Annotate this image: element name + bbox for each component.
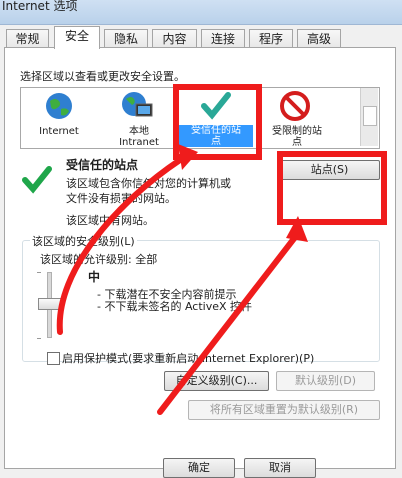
security-level-slider-thumb[interactable] bbox=[38, 298, 62, 310]
zone-internet-label: Internet bbox=[39, 126, 79, 137]
cancel-button[interactable]: 取消 bbox=[244, 458, 316, 478]
allowed-levels-text: 该区域的允许级别: 全部 bbox=[40, 253, 158, 266]
default-level-button[interactable]: 默认级别(D) bbox=[276, 371, 375, 391]
scrollbar-thumb[interactable] bbox=[363, 106, 377, 126]
selected-zone-title: 受信任的站点 bbox=[66, 158, 139, 172]
window-title: Internet 选项 bbox=[2, 0, 78, 13]
tab-advanced[interactable]: 高级 bbox=[297, 29, 341, 48]
protected-mode-label: 启用保护模式(要求重新启动 Internet Explorer)(P) bbox=[62, 352, 315, 365]
restricted-icon bbox=[280, 91, 310, 121]
custom-level-button[interactable]: 自定义级别(C)... bbox=[164, 371, 269, 391]
protected-mode-checkbox[interactable] bbox=[47, 352, 60, 365]
zone-local-intranet[interactable]: 本地 Intranet bbox=[103, 88, 175, 148]
slider-ticks bbox=[37, 272, 41, 339]
globe-icon bbox=[46, 93, 72, 119]
tab-connections[interactable]: 连接 bbox=[201, 29, 245, 48]
zone-instruction: 选择区域以查看或更改安全设置。 bbox=[20, 70, 185, 83]
tab-strip: 常规 安全 隐私 内容 连接 程序 高级 bbox=[0, 26, 402, 49]
zone-has-sites-text: 该区域中有网站。 bbox=[66, 214, 154, 227]
annotation-box-sites-button bbox=[277, 151, 387, 225]
reset-all-zones-button[interactable]: 将所有区域重置为默认级别(R) bbox=[188, 400, 380, 420]
selected-zone-description: 该区域包含你信任对您的计算机或 文件没有损害的网站。 bbox=[66, 177, 231, 205]
window-titlebar: Internet 选项 bbox=[0, 0, 402, 25]
zone-restricted-sites-label: 受限制的站 点 bbox=[272, 126, 322, 148]
zone-internet[interactable]: Internet bbox=[23, 88, 95, 148]
zone-restricted-sites[interactable]: 受限制的站 点 bbox=[257, 88, 337, 148]
intranet-icon bbox=[122, 92, 153, 117]
tab-content[interactable]: 内容 bbox=[152, 29, 197, 48]
annotation-box-trusted-zone bbox=[173, 84, 262, 160]
tab-security[interactable]: 安全 bbox=[54, 26, 100, 49]
tab-programs[interactable]: 程序 bbox=[249, 29, 293, 48]
zone-list-scrollbar[interactable] bbox=[360, 88, 378, 146]
level-bullet-2: - 不下载未签名的 ActiveX 控件 bbox=[97, 300, 253, 313]
security-level-name: 中 bbox=[88, 270, 101, 284]
ok-button[interactable]: 确定 bbox=[163, 458, 235, 478]
trusted-check-icon bbox=[22, 166, 52, 194]
tab-general[interactable]: 常规 bbox=[6, 29, 49, 48]
security-level-group-title: 该区域的安全级别(L) bbox=[30, 233, 137, 249]
tab-privacy[interactable]: 隐私 bbox=[104, 29, 148, 48]
zone-local-intranet-label: 本地 Intranet bbox=[119, 126, 159, 148]
